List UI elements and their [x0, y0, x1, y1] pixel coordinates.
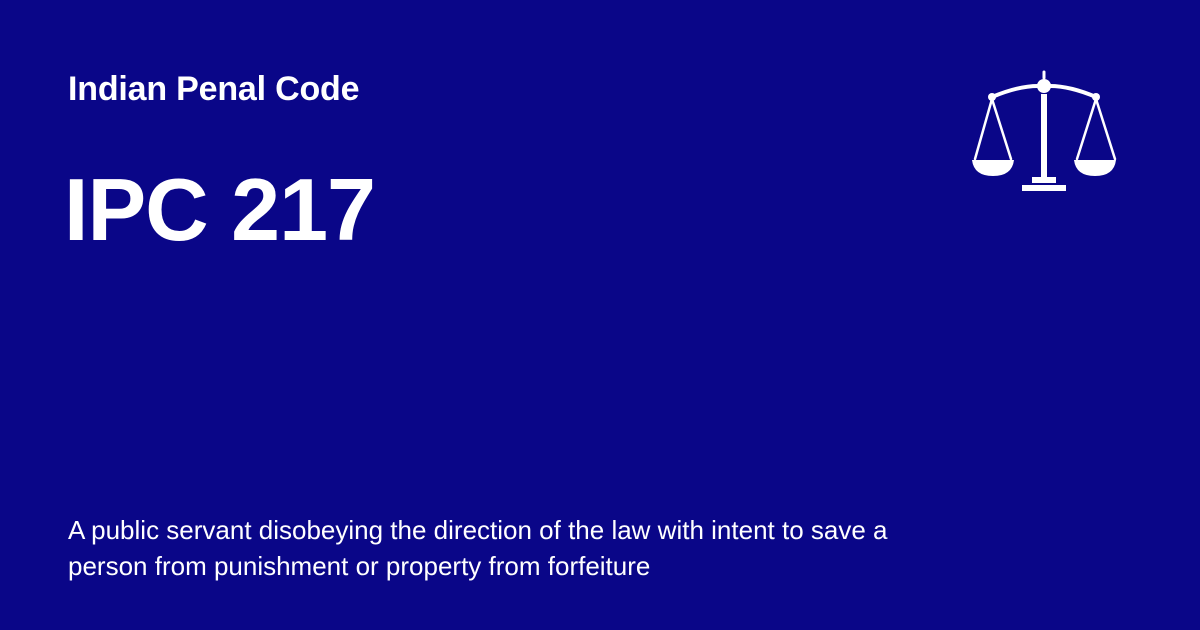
- section-title: IPC 217: [64, 160, 376, 259]
- section-description: A public servant disobeying the directio…: [68, 515, 888, 581]
- scales-of-justice-icon: [968, 66, 1120, 198]
- share-card: Indian Penal Code IPC 217 A public serva…: [0, 0, 1200, 630]
- code-name: Indian Penal Code: [68, 70, 360, 108]
